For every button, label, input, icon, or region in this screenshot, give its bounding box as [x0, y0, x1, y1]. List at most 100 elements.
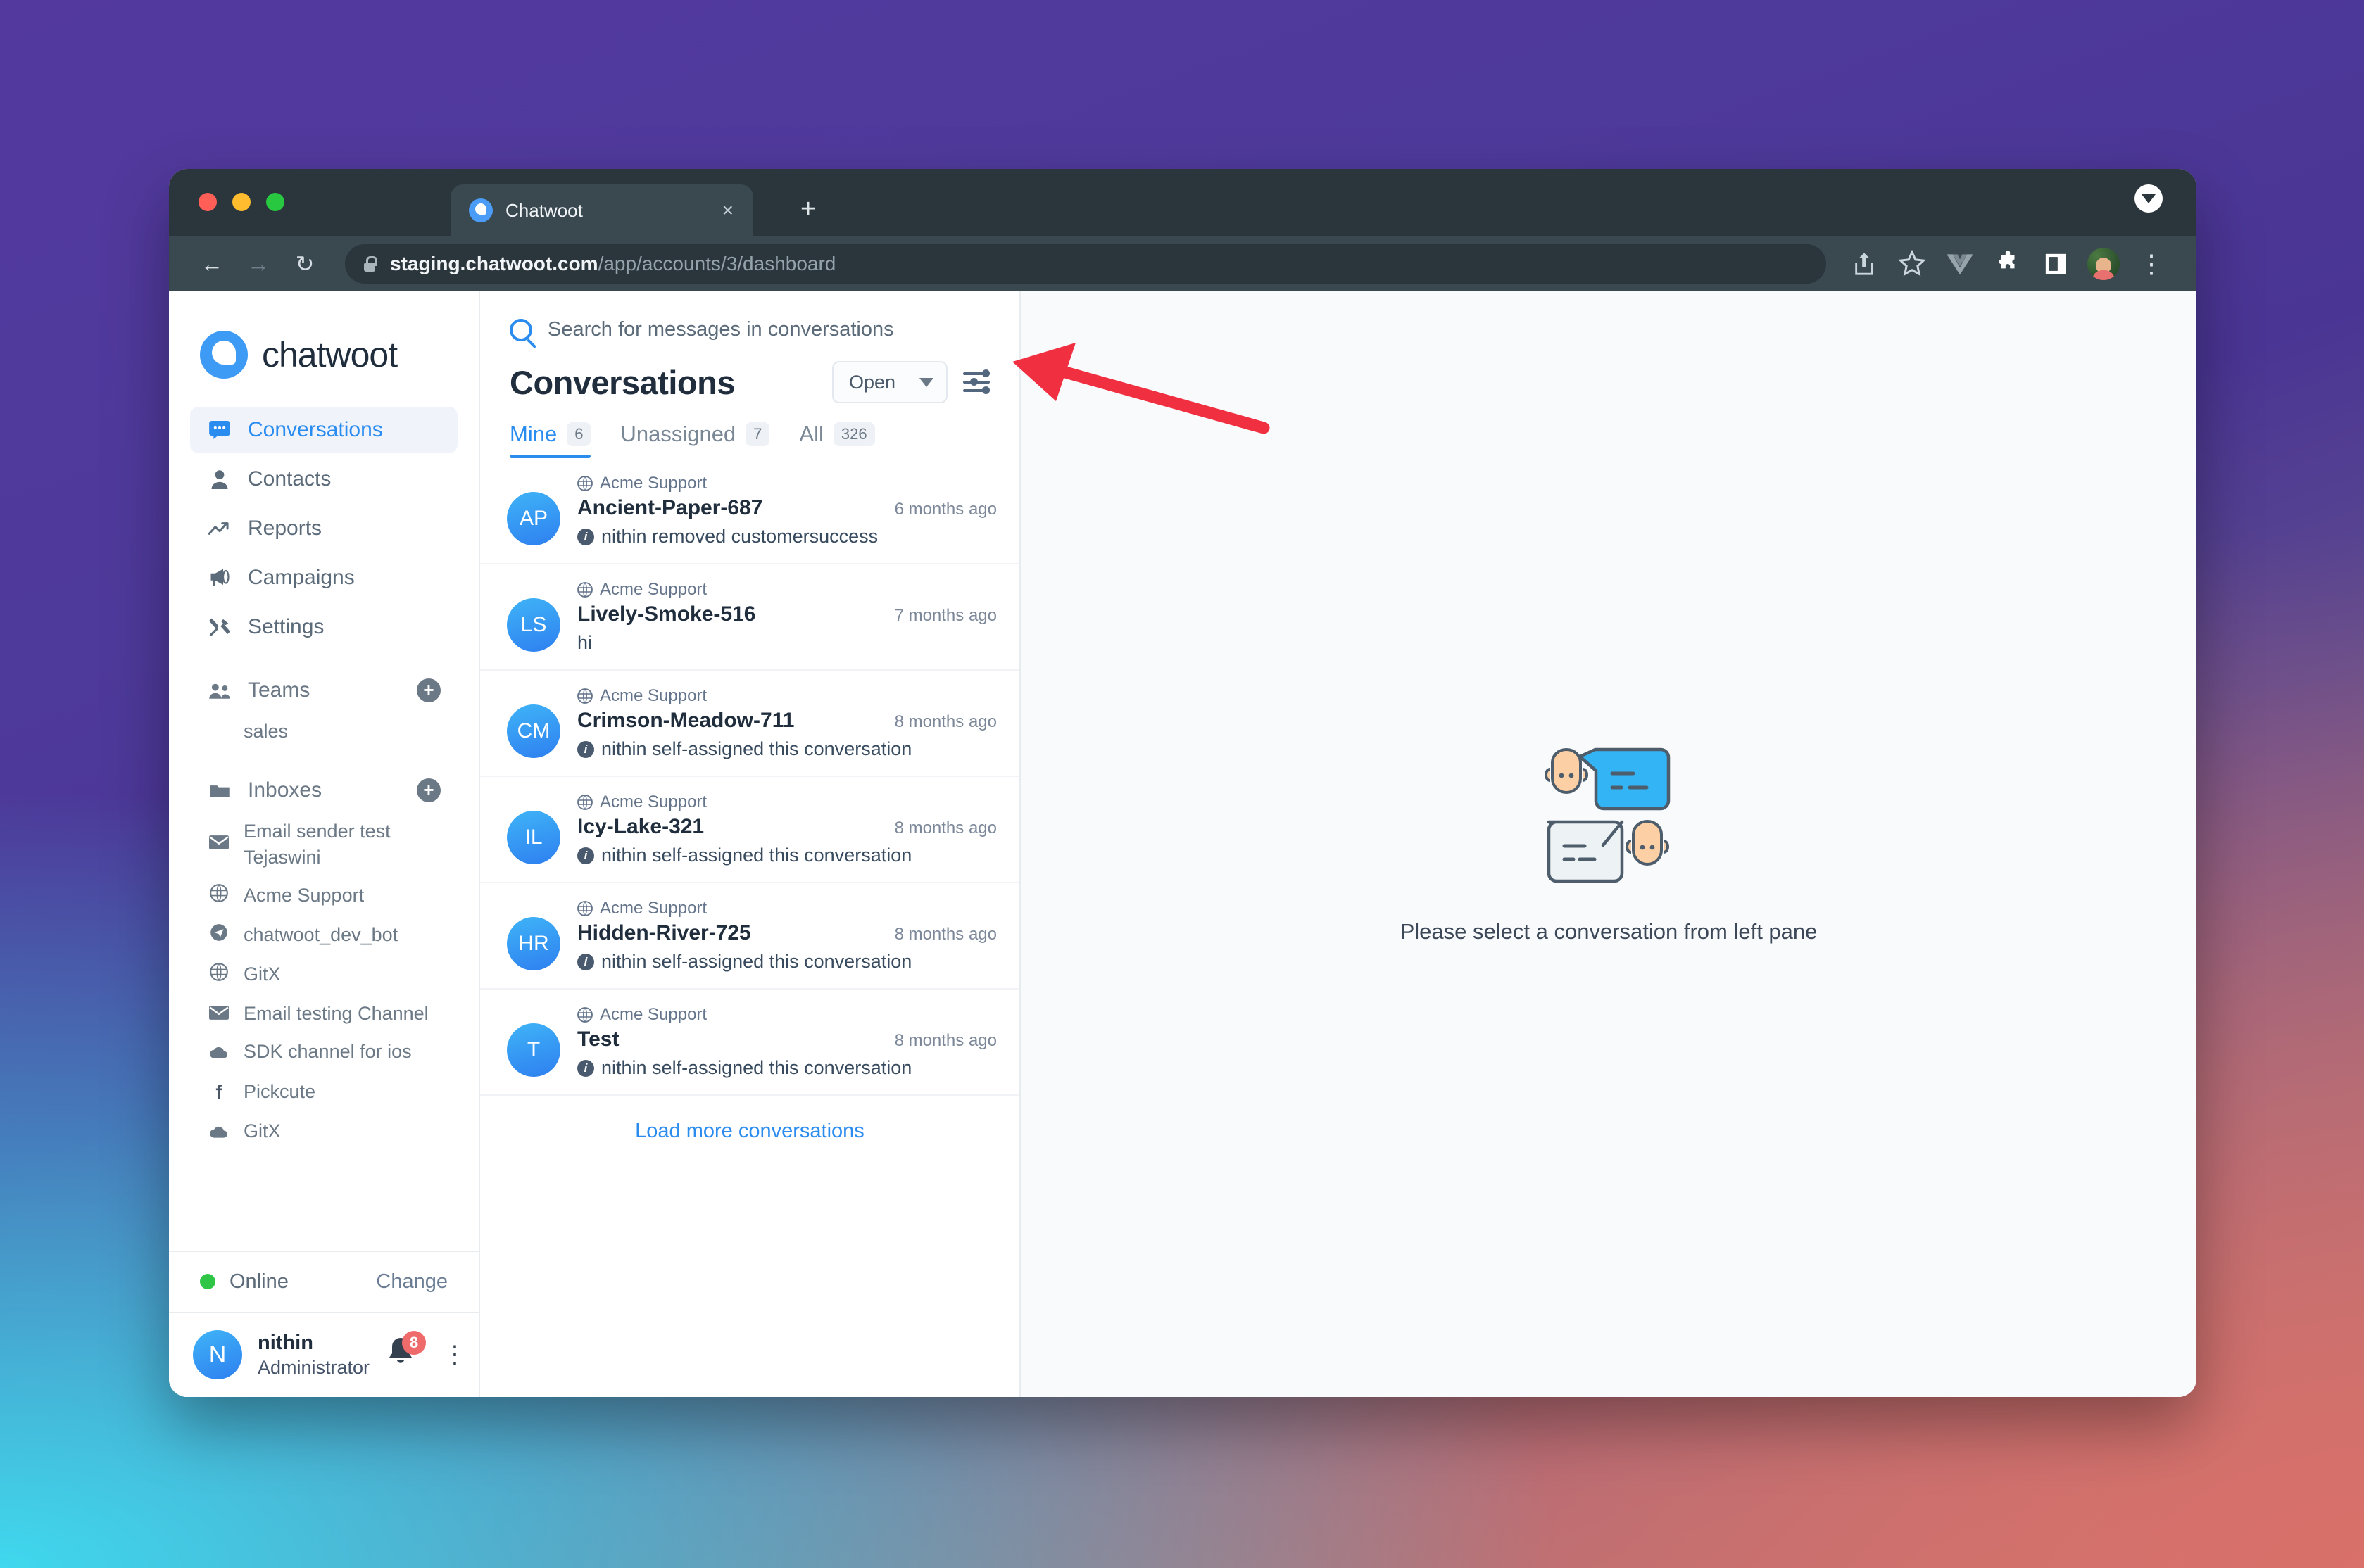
- globe-icon: [577, 582, 593, 598]
- conversation-list-item[interactable]: AP Acme Support Ancient-Paper-687 6 mont…: [480, 458, 1019, 564]
- conversation-name: Crimson-Meadow-711: [577, 709, 795, 732]
- tab-all[interactable]: All 326: [799, 422, 875, 458]
- sidebar-inbox-item[interactable]: Acme Support: [190, 876, 458, 916]
- tab-label: Unassigned: [620, 422, 736, 446]
- browser-menu-icon[interactable]: ⋮: [2130, 243, 2173, 285]
- add-inbox-button[interactable]: +: [417, 778, 441, 803]
- tab-count: 6: [567, 422, 591, 446]
- conversation-preview-text: nithin self-assigned this conversation: [601, 845, 912, 866]
- forward-button[interactable]: →: [235, 241, 282, 287]
- lock-icon: [363, 256, 377, 272]
- sidebar-item-settings[interactable]: Settings: [190, 604, 458, 650]
- chevron-down-icon[interactable]: [2134, 184, 2163, 213]
- sidebar-item-contacts[interactable]: Contacts: [190, 456, 458, 502]
- conversation-content: Acme Support Test 8 months ago i nithin …: [577, 1005, 997, 1079]
- status-filter-dropdown[interactable]: Open: [831, 361, 948, 403]
- sidebar-inbox-label: Email testing Channel: [244, 1002, 429, 1024]
- new-tab-button[interactable]: +: [792, 191, 824, 227]
- close-window-button[interactable]: [199, 193, 217, 211]
- sidebar-item-label: Contacts: [248, 467, 332, 491]
- change-status-link[interactable]: Change: [376, 1270, 448, 1294]
- conversation-preview-text: nithin self-assigned this conversation: [601, 951, 912, 972]
- conversation-list-item[interactable]: IL Acme Support Icy-Lake-321 8 months ag…: [480, 777, 1019, 883]
- facebook-icon: f: [215, 1081, 222, 1104]
- conversation-inbox-label: Acme Support: [600, 792, 708, 811]
- side-panel-icon[interactable]: [2035, 243, 2077, 285]
- conversation-list-item[interactable]: CM Acme Support Crimson-Meadow-711 8 mon…: [480, 671, 1019, 777]
- browser-tab[interactable]: Chatwoot ×: [451, 184, 753, 236]
- sidebar-item-reports[interactable]: Reports: [190, 505, 458, 552]
- tab-title: Chatwoot: [505, 199, 583, 221]
- address-bar-url: staging.chatwoot.com/app/accounts/3/dash…: [390, 253, 836, 275]
- minimize-window-button[interactable]: [232, 193, 251, 211]
- window-traffic-lights: [199, 193, 284, 211]
- conversation-name: Test: [577, 1028, 620, 1051]
- conversation-inbox: Acme Support: [577, 580, 997, 600]
- conversation-list-item[interactable]: HR Acme Support Hidden-River-725 8 month…: [480, 883, 1019, 990]
- maximize-window-button[interactable]: [266, 193, 284, 211]
- url-host: staging.chatwoot.com: [390, 253, 598, 274]
- globe-icon: [577, 688, 593, 704]
- empty-state-illustration: [1533, 744, 1685, 888]
- reload-button[interactable]: ↻: [282, 241, 328, 287]
- conversation-tabs: Mine 6 Unassigned 7 All 326: [480, 403, 1019, 458]
- user-name: nithin: [258, 1331, 313, 1354]
- conversation-inbox-label: Acme Support: [600, 474, 708, 493]
- conversation-name: Lively-Smoke-516: [577, 602, 756, 626]
- megaphone-icon: [207, 568, 232, 588]
- sidebar-inbox-item[interactable]: chatwoot_dev_bot: [190, 916, 458, 955]
- conversation-preview-text: nithin self-assigned this conversation: [601, 738, 912, 759]
- share-icon[interactable]: [1843, 243, 1885, 285]
- sidebar-group-label: Inboxes: [248, 778, 322, 802]
- sidebar-inbox-item[interactable]: SDK channel for ios: [190, 1032, 458, 1073]
- conversation-inbox-label: Acme Support: [600, 686, 708, 705]
- sidebar-inbox-label: Pickcute: [244, 1081, 316, 1103]
- extensions-puzzle-icon[interactable]: [1987, 243, 2029, 285]
- sidebar-inbox-item[interactable]: f Pickcute: [190, 1073, 458, 1112]
- sidebar-item-label: Conversations: [248, 418, 383, 441]
- load-more-conversations-button[interactable]: Load more conversations: [480, 1096, 1019, 1167]
- avatar: HR: [507, 917, 560, 970]
- chatwoot-logo-text: chatwoot: [262, 335, 398, 374]
- sidebar-inbox-item[interactable]: Email testing Channel: [190, 994, 458, 1033]
- conversation-content: Acme Support Ancient-Paper-687 6 months …: [577, 474, 997, 548]
- sidebar-inbox-item[interactable]: GitX: [190, 955, 458, 994]
- sidebar-inbox-item[interactable]: GitX: [190, 1112, 458, 1152]
- sidebar-inbox-item[interactable]: Email sender test Tejaswini: [190, 812, 458, 876]
- conversation-list-item[interactable]: LS Acme Support Lively-Smoke-516 7 month…: [480, 564, 1019, 671]
- tab-unassigned[interactable]: Unassigned 7: [620, 422, 770, 458]
- sidebar-group-label: Teams: [248, 678, 310, 702]
- profile-avatar[interactable]: [2082, 243, 2125, 285]
- filter-conversations-icon[interactable]: [963, 368, 995, 396]
- close-tab-button[interactable]: ×: [717, 198, 739, 223]
- back-button[interactable]: ←: [189, 241, 235, 287]
- conversation-inbox-label: Acme Support: [600, 1005, 708, 1024]
- info-icon: i: [577, 1059, 594, 1077]
- conversation-title-row: Icy-Lake-321 8 months ago: [577, 815, 997, 839]
- browser-window: Chatwoot × + ← → ↻ staging.chatwoot.com/…: [169, 169, 2196, 1397]
- user-profile-row[interactable]: N nithin Administrator 8 ⋮: [169, 1311, 479, 1397]
- profile-menu-icon[interactable]: ⋮: [443, 1343, 467, 1367]
- tab-mine[interactable]: Mine 6: [510, 422, 591, 458]
- conversation-title-row: Test 8 months ago: [577, 1028, 997, 1051]
- sidebar-group-teams: Teams +: [190, 669, 458, 712]
- notifications-button[interactable]: 8: [385, 1331, 427, 1373]
- bookmark-star-icon[interactable]: [1891, 243, 1933, 285]
- search-input[interactable]: Search for messages in conversations: [548, 318, 894, 341]
- conversation-content: Acme Support Icy-Lake-321 8 months ago i…: [577, 792, 997, 866]
- sidebar-item-conversations[interactable]: Conversations: [190, 407, 458, 453]
- sidebar-item-campaigns[interactable]: Campaigns: [190, 555, 458, 601]
- add-team-button[interactable]: +: [417, 678, 441, 702]
- user-role: Administrator: [258, 1356, 370, 1378]
- vue-devtools-icon[interactable]: [1939, 243, 1981, 285]
- conversation-timestamp: 8 months ago: [894, 1031, 997, 1050]
- user-info: nithin Administrator: [258, 1330, 370, 1380]
- address-bar[interactable]: staging.chatwoot.com/app/accounts/3/dash…: [345, 244, 1826, 284]
- search-bar[interactable]: Search for messages in conversations: [480, 291, 1019, 357]
- conversation-inbox: Acme Support: [577, 792, 997, 812]
- avatar: IL: [507, 811, 560, 864]
- sidebar-inbox-label: GitX: [244, 1120, 281, 1142]
- conversation-list-item[interactable]: T Acme Support Test 8 months ago i nithi…: [480, 990, 1019, 1096]
- sidebar-team-item[interactable]: sales: [190, 712, 458, 750]
- avatar: LS: [507, 598, 560, 652]
